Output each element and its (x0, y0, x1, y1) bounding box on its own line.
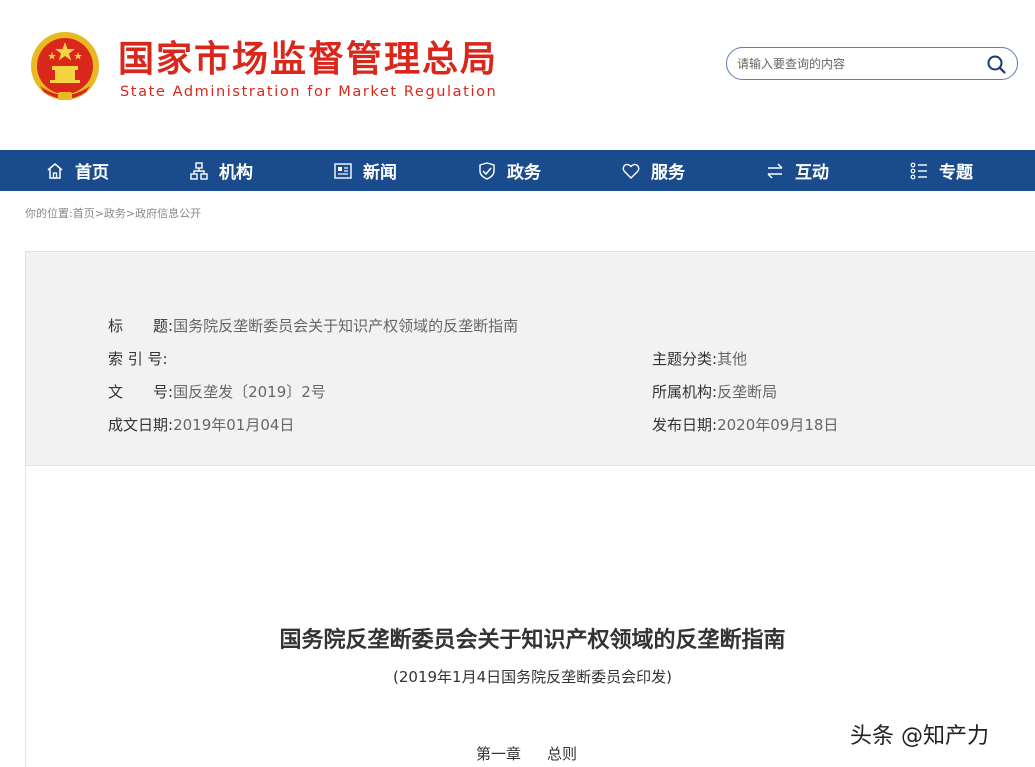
org-chart-icon (190, 161, 208, 180)
national-emblem-icon[interactable] (28, 30, 102, 106)
nav-item-news[interactable]: 新闻 (333, 150, 397, 191)
nav-item-label: 互动 (795, 163, 829, 183)
search-input[interactable] (737, 54, 977, 74)
meta-title-value: 国务院反垄断委员会关于知识产权领域的反垄断指南 (173, 317, 519, 335)
shield-icon (479, 161, 495, 180)
home-icon (47, 162, 63, 179)
meta-created-row: 成文日期:2019年01月04日 (108, 415, 294, 435)
meta-title-label: 标 题: (108, 317, 174, 335)
chapter-heading: 第一章 总则 (476, 743, 603, 764)
meta-created-value: 2019年01月04日 (173, 416, 295, 434)
nav-item-label: 新闻 (363, 163, 397, 183)
heart-icon (622, 163, 640, 179)
list-icon (910, 162, 927, 179)
meta-published-label: 发布日期: (652, 416, 718, 434)
meta-index-row: 索 引 号: (108, 349, 168, 369)
nav-item-service[interactable]: 服务 (621, 150, 685, 191)
nav-item-topics[interactable]: 专题 (909, 150, 973, 191)
meta-agency-value: 反垄断局 (717, 383, 778, 401)
document-title: 国务院反垄断委员会关于知识产权领域的反垄断指南 (279, 628, 786, 653)
chapter-number: 第一章 (476, 745, 522, 763)
site-title[interactable]: 国家市场监督管理总局 (118, 38, 498, 82)
nav-item-label: 政务 (507, 163, 541, 183)
meta-title-row: 标 题:国务院反垄断委员会关于知识产权领域的反垄断指南 (108, 316, 518, 336)
site-subtitle: State Administration for Market Regulati… (120, 84, 498, 100)
watermark: 头条 @知产力 (850, 724, 989, 749)
nav-item-label: 服务 (651, 163, 685, 183)
nav-item-org[interactable]: 机构 (189, 150, 253, 191)
chapter-title: 总则 (547, 745, 578, 763)
exchange-icon (767, 162, 783, 179)
nav-item-label: 机构 (219, 163, 253, 183)
meta-published-row: 发布日期:2020年09月18日 (652, 415, 838, 435)
meta-docno-value: 国反垄发〔2019〕2号 (173, 383, 326, 401)
meta-topic-row: 主题分类:其他 (652, 349, 747, 369)
nav-item-interact[interactable]: 互动 (765, 150, 829, 191)
nav-item-label: 专题 (939, 163, 973, 183)
nav-item-label: 首页 (75, 163, 109, 183)
nav-item-affairs[interactable]: 政务 (477, 150, 541, 191)
meta-created-label: 成文日期: (108, 416, 174, 434)
site-header: 国家市场监督管理总局 State Administration for Mark… (0, 0, 1035, 150)
meta-topic-value: 其他 (717, 350, 748, 368)
meta-agency-label: 所属机构: (652, 383, 718, 401)
meta-topic-label: 主题分类: (652, 350, 718, 368)
meta-agency-row: 所属机构:反垄断局 (652, 382, 777, 402)
search-box (726, 47, 1018, 80)
meta-published-value: 2020年09月18日 (717, 416, 839, 434)
document-subtitle: (2019年1月4日国务院反垄断委员会印发) (393, 668, 672, 686)
breadcrumb[interactable]: 你的位置:首页>政务>政府信息公开 (25, 205, 201, 221)
meta-docno-row: 文 号:国反垄发〔2019〕2号 (108, 382, 326, 402)
meta-docno-label: 文 号: (108, 383, 174, 401)
search-icon[interactable] (985, 53, 1007, 75)
meta-index-label: 索 引 号: (108, 350, 168, 368)
main-nav: 首页 机构 新闻 政务 服务 互动 专题 (0, 150, 1035, 191)
newspaper-icon (334, 162, 352, 179)
nav-item-home[interactable]: 首页 (45, 150, 109, 191)
